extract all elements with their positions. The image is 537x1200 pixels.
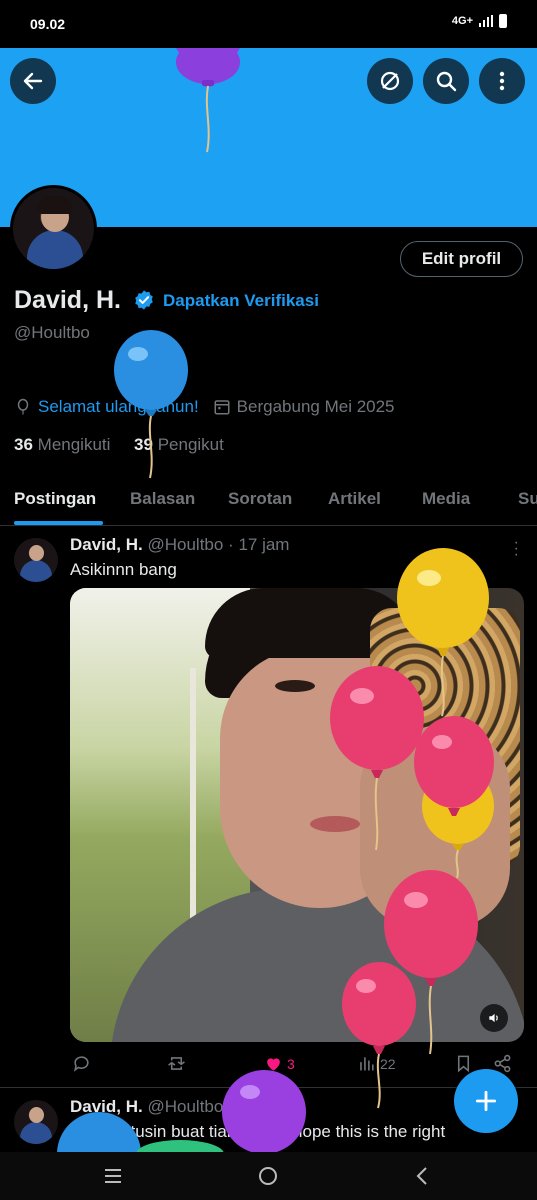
tab-postingan[interactable]: Postingan <box>14 489 96 509</box>
back-icon[interactable] <box>411 1164 435 1188</box>
tab-artikel[interactable]: Artikel <box>328 489 381 509</box>
no-grok-button[interactable] <box>367 58 413 104</box>
profile-avatar[interactable] <box>10 185 97 272</box>
calendar-icon <box>214 400 230 415</box>
post-media-image[interactable] <box>70 588 524 1042</box>
post-more-icon[interactable]: · · · <box>514 535 519 563</box>
post-author-name[interactable]: David, H. <box>70 1097 143 1116</box>
post-avatar[interactable] <box>14 538 58 582</box>
profile-handle: @Houltbo <box>14 323 90 342</box>
back-button[interactable] <box>10 58 56 104</box>
profile-meta: Selamat ulang tahun! Bergabung Mei 2025 <box>14 397 395 417</box>
post-header: David, H. @Houltbo · 17 jam <box>70 535 289 555</box>
no-grok-icon <box>380 71 400 91</box>
search-icon <box>436 71 457 92</box>
follow-stats: 36 Mengikuti 39 Pengikut <box>14 435 224 455</box>
verified-badge-icon[interactable] <box>133 289 155 311</box>
followers-label: Pengikut <box>157 435 224 454</box>
network-label: 4G+ <box>451 15 473 27</box>
followers-link[interactable]: 39 Pengikut <box>134 435 224 454</box>
recent-apps-icon[interactable] <box>101 1164 125 1188</box>
more-options-button[interactable] <box>479 58 525 104</box>
battery-icon <box>499 14 507 28</box>
more-vertical-icon <box>499 71 505 91</box>
profile-tabs: Postingan Balasan Sorotan Artikel Media … <box>0 476 537 526</box>
home-icon[interactable] <box>256 1164 280 1188</box>
post-text: Gua mutusin buat tiang and I hope this i… <box>70 1122 446 1141</box>
balloon-icon <box>17 398 29 415</box>
active-tab-indicator <box>14 521 103 525</box>
views-icon <box>360 1057 374 1071</box>
tab-subscriptions[interactable]: Su <box>518 489 537 509</box>
joined-date: Bergabung Mei 2025 <box>236 397 395 416</box>
sound-toggle-icon[interactable] <box>480 1004 508 1032</box>
signal-icon <box>479 15 493 27</box>
tab-media[interactable]: Media <box>422 489 470 509</box>
repost-icon <box>168 1057 185 1070</box>
status-time: 09.02 <box>30 16 66 32</box>
plus-icon <box>475 1090 497 1112</box>
views-count: 22 <box>380 1055 396 1072</box>
views-button[interactable]: 22 <box>357 1054 396 1073</box>
edit-profile-button[interactable]: Edit profil <box>400 241 523 277</box>
get-verified-link[interactable]: Dapatkan Verifikasi <box>163 291 319 311</box>
post-header: David, H. @Houltbo · 22 Jun <box>70 1097 290 1117</box>
compose-post-button[interactable] <box>454 1069 518 1133</box>
reply-icon <box>73 1056 89 1072</box>
following-link[interactable]: 36 Mengikuti <box>14 435 110 454</box>
tab-sorotan[interactable]: Sorotan <box>228 489 292 509</box>
following-label: Mengikuti <box>37 435 111 454</box>
bookmark-icon <box>457 1055 470 1073</box>
like-button[interactable]: 3 <box>264 1054 295 1073</box>
post-text: Asikinnn bang <box>70 560 177 579</box>
post-author-name[interactable]: David, H. <box>70 535 143 554</box>
post-actions: 3 22 <box>70 1054 520 1076</box>
status-icons: 4G+ <box>452 14 507 28</box>
status-bar: 09.02 4G+ <box>0 0 537 48</box>
post-meta: @Houltbo · 17 jam <box>147 535 290 554</box>
repost-button[interactable] <box>167 1054 190 1073</box>
arrow-left-icon <box>23 72 43 90</box>
birthday-link[interactable]: Selamat ulang tahun! <box>38 397 199 417</box>
system-nav-bar <box>0 1152 537 1200</box>
post-meta: @Houltbo · 22 Jun <box>147 1097 290 1116</box>
heart-filled-icon <box>267 1058 280 1071</box>
bookmark-button[interactable] <box>454 1054 473 1073</box>
reply-button[interactable] <box>72 1054 95 1073</box>
tab-balasan[interactable]: Balasan <box>130 489 195 509</box>
followers-count: 39 <box>134 435 153 454</box>
following-count: 36 <box>14 435 33 454</box>
post-avatar[interactable] <box>14 1100 58 1144</box>
like-count: 3 <box>287 1055 295 1072</box>
profile-name: David, H. <box>14 286 121 314</box>
search-button[interactable] <box>423 58 469 104</box>
